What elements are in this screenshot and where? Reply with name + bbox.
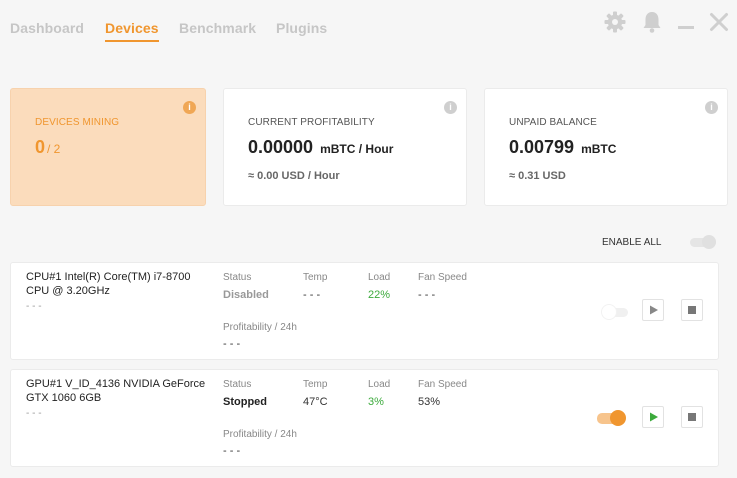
current-profitability-card: CURRENT PROFITABILITY i 0.00000 mBTC / H… xyxy=(223,88,467,206)
devices-mining-card: DEVICES MINING i 0/ 2 xyxy=(10,88,206,206)
toggle-knob xyxy=(702,235,716,249)
tab-plugins[interactable]: Plugins xyxy=(276,20,327,36)
stop-button[interactable] xyxy=(681,299,703,321)
top-nav: Dashboard Devices Benchmark Plugins xyxy=(0,0,737,60)
profitability-label: Profitability / 24h xyxy=(223,429,297,440)
temp-label: Temp xyxy=(303,379,328,390)
status-label: Status xyxy=(223,272,252,283)
device-name: CPU#1 Intel(R) Core(TM) i7-8700 CPU @ 3.… xyxy=(26,271,191,297)
tab-benchmark[interactable]: Benchmark xyxy=(179,20,256,36)
device-row-cpu: CPU#1 Intel(R) Core(TM) i7-8700 CPU @ 3.… xyxy=(10,262,719,360)
mining-value: 0 xyxy=(35,137,46,157)
temp-value: 47°C xyxy=(303,396,328,408)
profitability-number: 0.00000 xyxy=(248,137,314,157)
profitability-unit: mBTC / Hour xyxy=(320,142,394,156)
device-enable-toggle[interactable] xyxy=(597,410,627,426)
balance-number: 0.00799 xyxy=(509,137,575,157)
enable-all-toggle[interactable] xyxy=(690,235,716,249)
fan-speed-label: Fan Speed xyxy=(418,379,467,390)
status-value: Disabled xyxy=(223,289,269,301)
card-title: CURRENT PROFITABILITY xyxy=(248,117,375,128)
enable-all-label: ENABLE ALL xyxy=(602,237,662,248)
tab-devices[interactable]: Devices xyxy=(105,20,159,42)
balance-usd: ≈ 0.31 USD xyxy=(509,170,566,182)
info-icon[interactable]: i xyxy=(444,101,457,114)
balance-value: 0.00799 mBTC xyxy=(509,137,616,158)
load-value: 22% xyxy=(368,289,391,301)
info-icon[interactable]: i xyxy=(183,101,196,114)
device-enable-toggle[interactable] xyxy=(602,305,628,319)
info-icon[interactable]: i xyxy=(705,101,718,114)
fan-speed-label: Fan Speed xyxy=(418,272,467,283)
load-value: 3% xyxy=(368,396,384,408)
stop-icon xyxy=(688,413,696,421)
status-label: Status xyxy=(223,379,252,390)
device-name: GPU#1 V_ID_4136 NVIDIA GeForce GTX 1060 … xyxy=(26,378,206,404)
play-icon xyxy=(650,305,658,315)
gear-icon[interactable] xyxy=(602,9,628,35)
load-label: Load xyxy=(368,379,391,390)
temp-label: Temp xyxy=(303,272,328,283)
unpaid-balance-card: UNPAID BALANCE i 0.00799 mBTC ≈ 0.31 USD xyxy=(484,88,728,206)
toggle-knob xyxy=(602,305,616,319)
device-sub: - - - xyxy=(26,301,42,312)
device-row-gpu: GPU#1 V_ID_4136 NVIDIA GeForce GTX 1060 … xyxy=(10,369,719,467)
play-icon xyxy=(650,412,658,422)
temp-value: - - - xyxy=(303,289,321,301)
profitability-usd: ≈ 0.00 USD / Hour xyxy=(248,170,340,182)
fan-speed-value: 53% xyxy=(418,396,441,408)
start-button[interactable] xyxy=(642,406,664,428)
device-sub: - - - xyxy=(26,408,42,419)
toggle-knob xyxy=(610,410,626,426)
stop-icon xyxy=(688,306,696,314)
minimize-icon[interactable] xyxy=(673,9,699,35)
load-label: Load xyxy=(368,272,391,283)
stop-button[interactable] xyxy=(681,406,703,428)
status-value: Stopped xyxy=(223,396,267,408)
mining-total: / 2 xyxy=(47,142,61,156)
devices-mining-count: 0/ 2 xyxy=(35,137,60,158)
tab-dashboard[interactable]: Dashboard xyxy=(10,20,84,36)
profitability-value: - - - xyxy=(223,338,241,350)
balance-unit: mBTC xyxy=(581,142,617,156)
bell-icon[interactable] xyxy=(639,9,665,35)
fan-speed-value: - - - xyxy=(418,289,436,301)
profitability-value: - - - xyxy=(223,445,241,457)
card-title: DEVICES MINING xyxy=(35,117,120,128)
profitability-label: Profitability / 24h xyxy=(223,322,297,333)
start-button[interactable] xyxy=(642,299,664,321)
card-title: UNPAID BALANCE xyxy=(509,117,597,128)
profitability-value: 0.00000 mBTC / Hour xyxy=(248,137,393,158)
close-icon[interactable] xyxy=(706,9,732,35)
